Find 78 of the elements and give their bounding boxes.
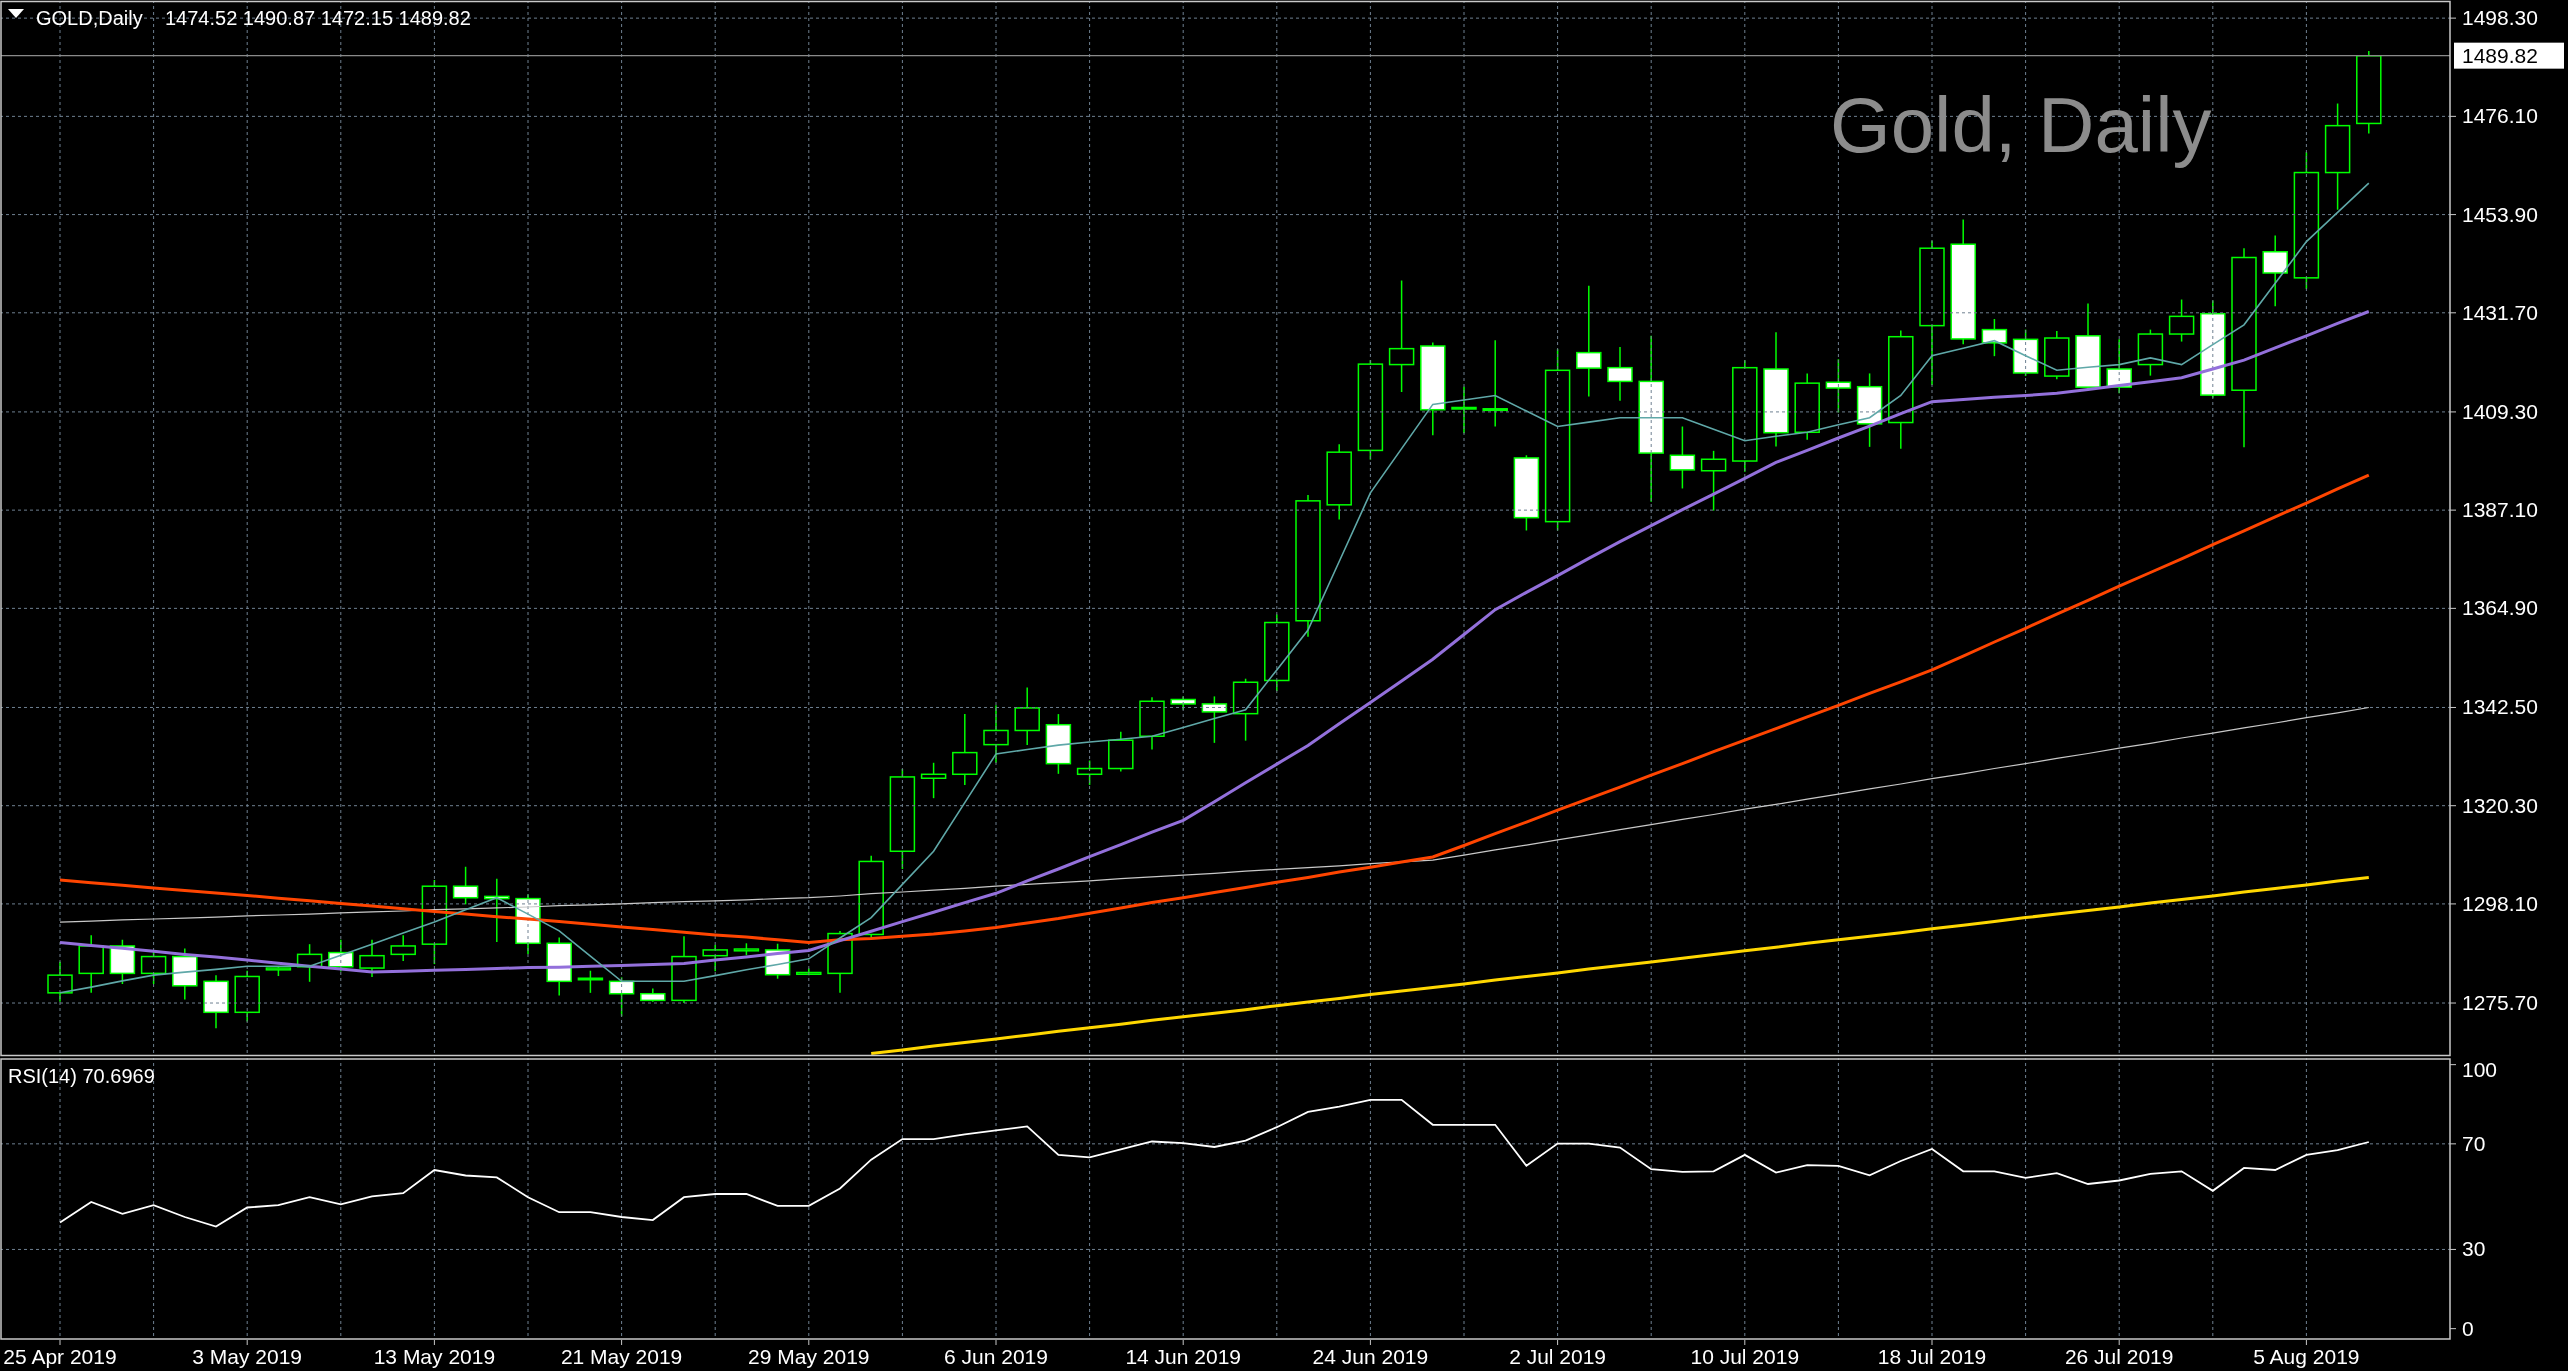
candlestick [140, 950, 167, 985]
price-axis-label: 1298.10 [2462, 891, 2538, 915]
candlestick [827, 930, 853, 994]
candlestick [546, 936, 572, 997]
price-axis-label: 1275.70 [2462, 991, 2538, 1014]
candlestick [265, 965, 292, 977]
price-axis-label: 1320.30 [2462, 793, 2538, 817]
rsi-axis-label: 0 [2462, 1316, 2474, 1340]
price-axis-label: 1387.10 [2462, 498, 2538, 522]
chart-symbol-label: GOLD,Daily [36, 7, 143, 29]
candlestick [577, 969, 604, 994]
current-price-tag: 1489.82 [2454, 42, 2564, 69]
candlestick [1076, 759, 1103, 786]
candlestick [2106, 338, 2132, 395]
candlestick [920, 762, 947, 799]
candlestick [983, 704, 1009, 764]
candlestick [484, 877, 510, 943]
candlestick [390, 934, 416, 962]
candlestick [359, 939, 385, 978]
candlestick [452, 866, 479, 906]
symbol-watermark: Gold, Daily [1830, 81, 2212, 169]
candlestick [328, 939, 354, 973]
candlestick [1045, 713, 1072, 775]
candlestick [172, 947, 198, 1001]
candlestick [1170, 695, 1196, 711]
date-axis-label: 13 May 2019 [373, 1345, 496, 1368]
candlestick [1794, 372, 1820, 441]
date-axis-label: 18 Jul 2019 [1877, 1345, 1987, 1368]
candlestick [764, 943, 791, 980]
ref-line-label: 1489.82 [2462, 43, 2538, 67]
price-axis-label: 1476.10 [2462, 104, 2538, 128]
candlestick [2044, 330, 2070, 380]
date-axis-label: 2 Jul 2019 [1509, 1345, 1607, 1368]
candlestick [203, 974, 229, 1029]
date-axis-label: 10 Jul 2019 [1690, 1345, 1800, 1368]
price-axis-label: 1453.90 [2462, 202, 2538, 226]
candlestick [1139, 696, 1165, 751]
candlestick [1232, 677, 1259, 742]
candlestick [234, 969, 260, 1023]
candlestick [78, 934, 104, 994]
price-axis-label: 1342.50 [2462, 695, 2538, 719]
candlestick [1700, 450, 1727, 512]
candlestick [733, 942, 760, 956]
candlestick [671, 935, 697, 1004]
date-axis-label: 29 May 2019 [748, 1345, 870, 1368]
price-axis-label: 1498.30 [2462, 6, 2538, 30]
rsi-axis-label: 30 [2462, 1237, 2486, 1261]
rsi-axis-label: 100 [2462, 1058, 2498, 1081]
date-axis-label: 25 Apr 2019 [3, 1345, 117, 1368]
candlestick [1108, 731, 1134, 773]
candlestick [1669, 425, 1696, 490]
price-axis-label: 1409.30 [2462, 399, 2538, 423]
candlestick [640, 987, 666, 1003]
date-axis-label: 6 Jun 2019 [944, 1345, 1048, 1368]
price-axis-label: 1431.70 [2462, 300, 2538, 324]
candlestick [1201, 695, 1228, 744]
date-axis-label: 24 Jun 2019 [1312, 1345, 1429, 1368]
date-axis-label: 14 Jun 2019 [1125, 1345, 1241, 1368]
candlestick [2168, 298, 2195, 343]
candlestick [296, 943, 323, 983]
caret-icon[interactable] [8, 9, 24, 18]
candlestick [1607, 346, 1633, 402]
date-axis-label: 5 Aug 2019 [2253, 1345, 2360, 1368]
price-axis-label: 1364.90 [2462, 596, 2538, 620]
candlestick [702, 944, 728, 972]
candlestick [2137, 328, 2164, 377]
date-axis-label: 21 May 2019 [560, 1345, 683, 1368]
candlestick [47, 961, 73, 1003]
rsi-axis-label: 70 [2462, 1131, 2486, 1155]
ohlc-values: 1474.52 1490.87 1472.15 1489.82 [165, 7, 471, 29]
date-axis-label: 3 May 2019 [192, 1345, 303, 1368]
rsi-label: RSI(14) 70.6969 [8, 1065, 155, 1087]
candlestick [109, 939, 136, 985]
candlestick [1451, 385, 1477, 434]
date-axis-label: 26 Jul 2019 [2064, 1345, 2174, 1368]
candlestick [1981, 318, 2008, 357]
candlestick [796, 967, 822, 976]
candlestick [1014, 686, 1040, 746]
